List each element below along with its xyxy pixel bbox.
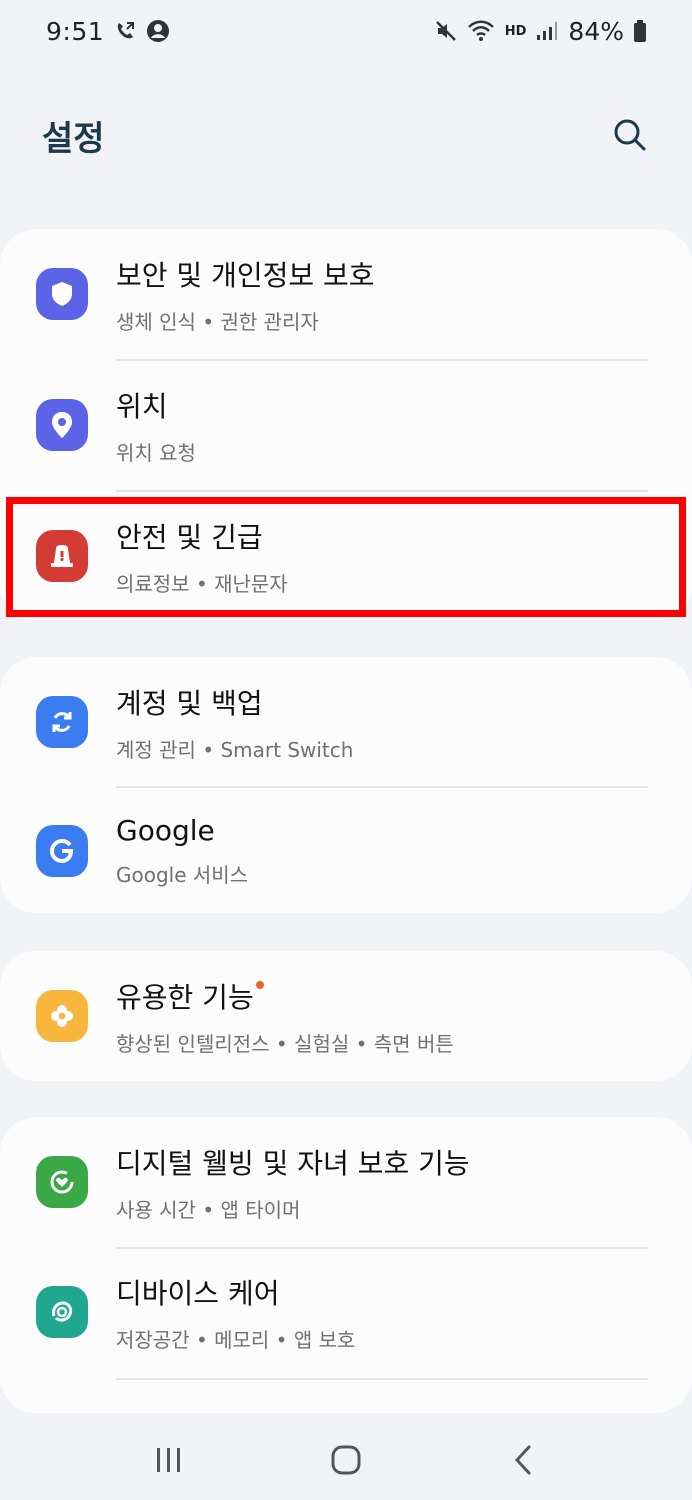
settings-item-google[interactable]: Google Google 서비스 — [0, 786, 692, 916]
location-pin-icon — [36, 399, 88, 451]
settings-item-subtitle: 계정 관리 • Smart Switch — [116, 737, 354, 762]
highlight-box — [6, 497, 686, 617]
settings-item-title: 계정 및 백업 — [116, 686, 263, 720]
recent-apps-button[interactable] — [139, 1430, 199, 1490]
settings-item-subtitle: 사용 시간 • 앱 타이머 — [116, 1197, 301, 1222]
settings-item-security[interactable]: 보안 및 개인정보 보호 생체 인식 • 권한 관리자 — [0, 229, 692, 359]
wellbeing-icon — [36, 1156, 88, 1208]
home-button[interactable] — [316, 1430, 376, 1490]
battery-icon — [634, 20, 646, 42]
mute-icon — [435, 20, 457, 42]
back-button[interactable] — [493, 1430, 553, 1490]
settings-item-subtitle: 저장공간 • 메모리 • 앱 보호 — [116, 1327, 356, 1352]
settings-item-title: 유용한 기능 — [116, 976, 454, 1016]
recent-apps-icon — [156, 1448, 180, 1472]
settings-item-title: Google — [116, 814, 215, 847]
search-icon — [614, 119, 646, 151]
page-title: 설정 — [42, 118, 105, 159]
google-icon — [36, 825, 88, 877]
settings-item-accounts-backup[interactable]: 계정 및 백업 계정 관리 • Smart Switch — [0, 657, 692, 787]
new-badge — [255, 980, 264, 989]
account-circle-icon — [146, 19, 170, 43]
header: 설정 — [0, 95, 692, 175]
navigation-bar — [0, 1420, 692, 1500]
device-care-icon — [36, 1286, 88, 1338]
battery-percent: 84% — [568, 16, 624, 46]
signal-icon — [536, 20, 558, 42]
settings-item-subtitle: 위치 요청 — [116, 440, 196, 465]
settings-item-location[interactable]: 위치 위치 요청 — [0, 360, 692, 490]
puzzle-icon — [36, 990, 88, 1042]
status-bar: 9:51 HD 84% — [0, 0, 692, 62]
settings-item-digital-wellbeing[interactable]: 디지털 웰빙 및 자녀 보호 기능 사용 시간 • 앱 타이머 — [0, 1117, 692, 1247]
settings-item-subtitle: 생체 인식 • 권한 관리자 — [116, 309, 319, 334]
settings-item-subtitle: 향상된 인텔리전스 • 실험실 • 측면 버튼 — [116, 1031, 454, 1056]
settings-item-title: 디지털 웰빙 및 자녀 보호 기능 — [116, 1146, 470, 1180]
call-forward-icon — [114, 20, 136, 42]
wifi-icon — [467, 20, 495, 42]
status-time: 9:51 — [46, 16, 105, 46]
divider — [116, 1378, 648, 1380]
hd-icon: HD — [504, 23, 527, 39]
settings-item-advanced-features[interactable]: 유용한 기능 향상된 인텔리전스 • 실험실 • 측면 버튼 — [0, 951, 692, 1081]
home-icon — [331, 1445, 361, 1475]
back-icon — [515, 1445, 531, 1475]
sync-icon — [36, 696, 88, 748]
settings-item-subtitle: Google 서비스 — [116, 863, 249, 887]
settings-item-title-text: 유용한 기능 — [116, 980, 254, 1014]
settings-item-title: 보안 및 개인정보 보호 — [116, 258, 375, 292]
settings-item-title: 위치 — [116, 389, 168, 423]
settings-item-title: 디바이스 케어 — [116, 1276, 280, 1310]
search-button[interactable] — [608, 113, 652, 157]
shield-icon — [36, 268, 88, 320]
settings-item-device-care[interactable]: 디바이스 케어 저장공간 • 메모리 • 앱 보호 — [0, 1247, 692, 1377]
